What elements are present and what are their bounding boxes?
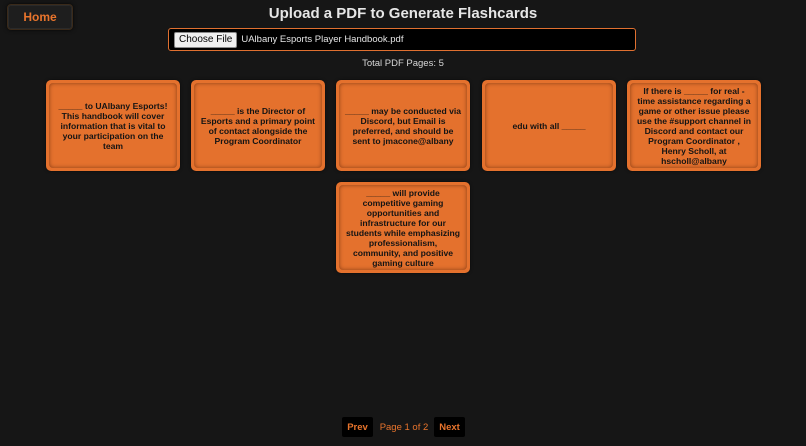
page-indicator: Page 1 of 2 — [379, 421, 429, 433]
flashcard[interactable]: edu with all _____ — [482, 80, 616, 171]
flashcard-text: _____ may be conducted via Discord, but … — [344, 105, 462, 146]
flashcard-face: If there is _____ for real - time assist… — [630, 83, 758, 168]
flashcard-face: _____ may be conducted via Discord, but … — [339, 83, 467, 168]
flashcard[interactable]: _____ will provide competitive gaming op… — [336, 182, 470, 273]
choose-file-button[interactable]: Choose File — [174, 31, 238, 48]
flashcard-face: _____ is the Director of Esports and a p… — [194, 83, 322, 168]
flashcard-text: _____ to UAlbany Esports! This handbook … — [58, 100, 168, 151]
flashcard-face: _____ will provide competitive gaming op… — [339, 185, 467, 270]
page-title: Upload a PDF to Generate Flashcards — [268, 5, 538, 22]
flashcard-text: edu with all _____ — [512, 120, 586, 131]
prev-page-button[interactable]: Prev — [342, 417, 373, 437]
next-page-button[interactable]: Next — [434, 417, 465, 437]
pagination: Prev Page 1 of 2 Next — [0, 417, 806, 437]
flashcard-face: _____ to UAlbany Esports! This handbook … — [49, 83, 177, 168]
flashcard-face: edu with all _____ — [485, 83, 613, 168]
flashcard-text: _____ is the Director of Esports and a p… — [200, 105, 316, 146]
file-upload-input[interactable]: Choose File UAlbany Esports Player Handb… — [168, 28, 636, 51]
selected-file-name: UAlbany Esports Player Handbook.pdf — [241, 34, 404, 45]
flashcard-text: _____ will provide competitive gaming op… — [345, 187, 461, 268]
flashcard[interactable]: If there is _____ for real - time assist… — [627, 80, 761, 171]
flashcard-page: Home Upload a PDF to Generate Flashcards… — [0, 0, 806, 446]
flashcard[interactable]: _____ may be conducted via Discord, but … — [336, 80, 470, 171]
flashcard-text: If there is _____ for real - time assist… — [636, 85, 752, 166]
total-pages-text: Total PDF Pages: 5 — [362, 58, 444, 69]
flashcard[interactable]: _____ is the Director of Esports and a p… — [191, 80, 325, 171]
flashcard[interactable]: _____ to UAlbany Esports! This handbook … — [46, 80, 180, 171]
